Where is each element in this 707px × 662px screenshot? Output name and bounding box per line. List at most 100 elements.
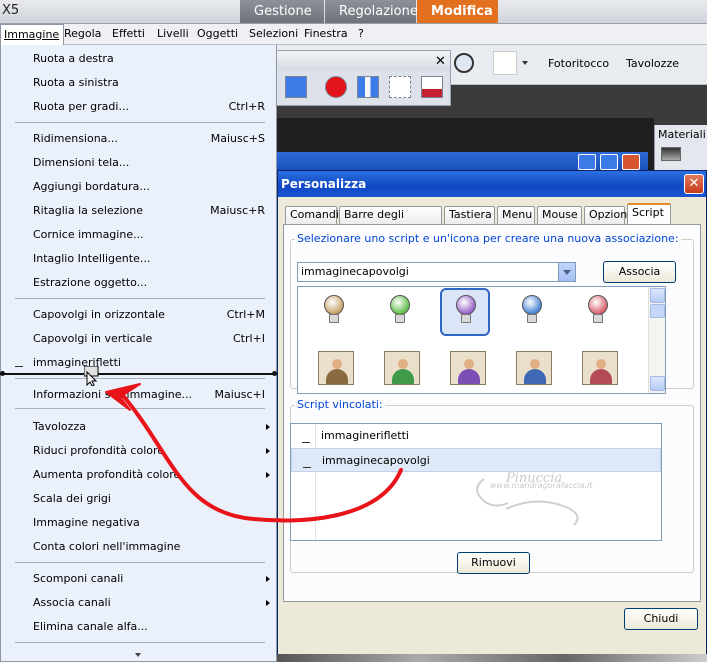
chevron-down-icon[interactable] xyxy=(558,263,575,281)
pause-script-button[interactable] xyxy=(357,76,379,98)
menu-item-scomponi-canali[interactable]: Scomponi canali xyxy=(1,567,276,591)
menu-finestra[interactable]: Finestra xyxy=(304,27,348,40)
person-icon[interactable] xyxy=(450,351,486,385)
menu-livelli[interactable]: Livelli xyxy=(157,27,189,40)
menu-item-immaginerifletti[interactable]: immaginerifletti xyxy=(1,351,276,375)
tab-menu[interactable]: Menu xyxy=(497,206,535,224)
tab-mouse[interactable]: Mouse xyxy=(537,206,582,224)
tab-opzioni[interactable]: Opzioni xyxy=(584,206,630,224)
maximize-icon[interactable] xyxy=(600,154,618,170)
image-strip xyxy=(277,654,707,662)
menu-item-label: Tavolozza xyxy=(33,420,86,433)
tab-script[interactable]: Script xyxy=(627,203,671,225)
tavolozze-menu[interactable]: Tavolozze xyxy=(626,57,679,70)
menu-item-label: Ridimensiona... xyxy=(33,132,118,145)
script-combobox[interactable]: immaginecapovolgi xyxy=(297,262,576,282)
tab-tastiera[interactable]: Tastiera xyxy=(444,206,495,224)
menu-item-shortcut: Ctrl+M xyxy=(226,308,265,321)
scroll-down-icon[interactable] xyxy=(650,376,665,391)
tab-barre-strumenti[interactable]: Barre degli strumenti xyxy=(339,206,442,237)
tab-regolazione[interactable]: Regolazione xyxy=(325,0,418,23)
minimize-icon[interactable] xyxy=(578,154,596,170)
menu-item-capovolgi-verticale[interactable]: Capovolgi in verticale Ctrl+I xyxy=(1,327,276,351)
dialog-title: Personalizza xyxy=(278,171,706,197)
icon-picker-scrollbar[interactable] xyxy=(648,287,665,393)
menu-item-label: Ruota a sinistra xyxy=(33,76,119,89)
menu-selezioni[interactable]: Selezioni xyxy=(249,27,298,40)
menu-item-label: Associa canali xyxy=(33,596,111,609)
menu-item-scala-grigi[interactable]: Scala dei grigi xyxy=(1,487,276,511)
menu-item-ritaglia-selezione[interactable]: Ritaglia la selezione Maiusc+R xyxy=(1,199,276,223)
bound-scripts-group-label: Script vincolati: xyxy=(295,398,385,411)
window-close-icon[interactable] xyxy=(622,154,640,170)
menu-immagine[interactable]: Immagine xyxy=(0,24,65,45)
bulb-icon[interactable] xyxy=(322,295,346,325)
menu-item-aggiungi-bordatura[interactable]: Aggiungi bordatura... xyxy=(1,175,276,199)
menu-item-immagine-negativa[interactable]: Immagine negativa xyxy=(1,511,276,535)
tab-modifica[interactable]: Modifica xyxy=(417,0,498,23)
script-combobox-value: immaginecapovolgi xyxy=(301,265,409,278)
menu-oggetti[interactable]: Oggetti xyxy=(197,27,238,40)
scroll-up-icon[interactable] xyxy=(650,288,665,303)
person-icon[interactable] xyxy=(318,351,354,385)
menu-regola[interactable]: Regola xyxy=(64,27,101,40)
menu-scroll-down-icon[interactable] xyxy=(135,653,141,657)
menu-item-label: Intaglio Intelligente... xyxy=(33,252,151,265)
bulb-icon[interactable] xyxy=(586,295,610,325)
menu-separator xyxy=(15,642,265,643)
menu-item-capovolgi-orizzontale[interactable]: Capovolgi in orizzontale Ctrl+M xyxy=(1,303,276,327)
menu-item-elimina-canale-alfa[interactable]: Elimina canale alfa... xyxy=(1,615,276,639)
menu-item-label: Estrazione oggetto... xyxy=(33,276,148,289)
materiali-panel: Materiali xyxy=(654,125,707,175)
fotoritocco-menu[interactable]: Fotoritocco xyxy=(548,57,609,70)
menu-item-ruota-sinistra[interactable]: Ruota a sinistra xyxy=(1,71,276,95)
list-item[interactable]: immaginerifletti xyxy=(291,424,661,448)
color-swatch[interactable] xyxy=(493,51,517,75)
tab-gestione[interactable]: Gestione xyxy=(240,0,324,23)
menu-item-label: Riduci profondità colore xyxy=(33,444,165,457)
menu-item-conta-colori[interactable]: Conta colori nell'immagine xyxy=(1,535,276,559)
script-icon xyxy=(15,366,23,367)
bulb-icon[interactable] xyxy=(520,295,544,325)
menu-item-estrazione[interactable]: Estrazione oggetto... xyxy=(1,271,276,295)
rimuovi-button[interactable]: Rimuovi xyxy=(457,552,530,574)
menu-item-associa-canali[interactable]: Associa canali xyxy=(1,591,276,615)
scroll-thumb[interactable] xyxy=(650,304,665,318)
associa-button[interactable]: Associa xyxy=(603,261,676,283)
zoom-in-icon[interactable] xyxy=(454,53,474,73)
menu-help[interactable]: ? xyxy=(358,27,364,40)
dialog-close-icon[interactable]: ✕ xyxy=(684,174,704,194)
chiudi-button[interactable]: Chiudi xyxy=(624,608,698,630)
bulb-icon[interactable] xyxy=(388,295,412,325)
person-icon[interactable] xyxy=(582,351,618,385)
stop-script-button[interactable] xyxy=(285,76,307,98)
icon-picker[interactable] xyxy=(297,286,666,394)
blank-script-button[interactable] xyxy=(389,76,411,98)
menu-item-cornice-immagine[interactable]: Cornice immagine... xyxy=(1,223,276,247)
record-script-button[interactable] xyxy=(325,76,347,98)
person-icon[interactable] xyxy=(384,351,420,385)
material-swatch[interactable] xyxy=(661,147,681,161)
immagine-dropdown-menu: Ruota a destra Ruota a sinistra Ruota pe… xyxy=(0,45,277,662)
menu-item-tavolozza[interactable]: Tavolozza xyxy=(1,415,276,439)
script-toolbar: ✕ xyxy=(276,50,451,106)
menu-effetti[interactable]: Effetti xyxy=(112,27,145,40)
person-icon[interactable] xyxy=(516,351,552,385)
chevron-down-icon[interactable] xyxy=(522,61,528,65)
menu-separator xyxy=(15,298,265,299)
tab-comandi[interactable]: Comandi xyxy=(285,206,339,224)
menu-item-ridimensiona[interactable]: Ridimensiona... Maiusc+S xyxy=(1,127,276,151)
menu-item-shortcut: Maiusc+R xyxy=(210,204,265,217)
watermark-url: www.mandragorafaccia.it xyxy=(490,481,593,490)
bulb-icon-selected[interactable] xyxy=(454,295,478,325)
menu-item-informazioni[interactable]: Informazioni sull'immagine... Maiusc+I xyxy=(1,383,276,407)
menu-item-aumenta-profondita[interactable]: Aumenta profondità colore xyxy=(1,463,276,487)
menu-item-label: Dimensioni tela... xyxy=(33,156,130,169)
menu-item-dimensioni-tela[interactable]: Dimensioni tela... xyxy=(1,151,276,175)
close-icon[interactable]: ✕ xyxy=(435,54,446,69)
save-script-icon[interactable] xyxy=(421,76,443,98)
menu-item-ruota-gradi[interactable]: Ruota per gradi... Ctrl+R xyxy=(1,95,276,119)
menu-item-intaglio[interactable]: Intaglio Intelligente... xyxy=(1,247,276,271)
menu-item-riduci-profondita[interactable]: Riduci profondità colore xyxy=(1,439,276,463)
menu-item-ruota-destra[interactable]: Ruota a destra xyxy=(1,47,276,71)
